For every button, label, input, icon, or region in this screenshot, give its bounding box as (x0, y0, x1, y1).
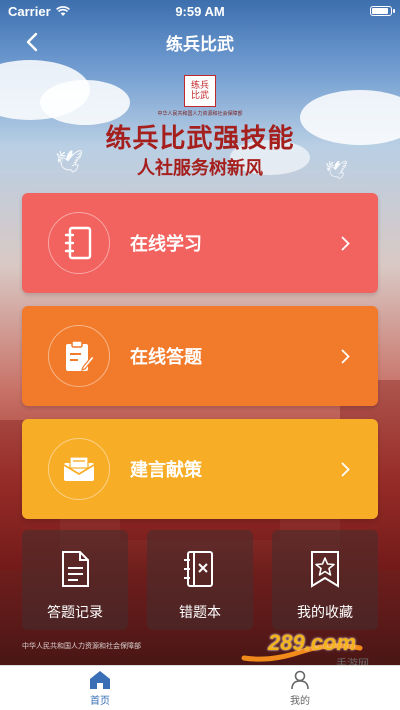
card-label: 在线答题 (130, 347, 202, 367)
tab-label: 我的 (290, 696, 310, 707)
envelope-icon (63, 456, 95, 481)
card-online-study[interactable]: 在线学习 (22, 193, 378, 293)
user-icon (291, 670, 309, 690)
watermark-brand: 289.com (268, 630, 357, 655)
status-bar: Carrier 9:59 AM (0, 0, 400, 22)
tile-label: 答题记录 (47, 604, 103, 620)
card-icon-ring (48, 212, 110, 274)
tile-answer-records[interactable]: 答题记录 (22, 530, 128, 630)
card-icon-ring (48, 438, 110, 500)
chevron-right-icon (341, 462, 350, 476)
dove-icon: 🕊 (55, 150, 83, 175)
document-icon (62, 551, 89, 587)
tab-mine[interactable]: 我的 (270, 670, 330, 707)
notebook-icon (64, 226, 92, 260)
page-title: 练兵比武 (166, 34, 234, 54)
error-book-icon (184, 551, 213, 587)
card-online-quiz[interactable]: 在线答题 (22, 306, 378, 406)
chevron-right-icon (341, 349, 350, 363)
battery-icon (370, 6, 395, 16)
seal-caption: 中华人民共和国人力资源和社会保障部 (157, 111, 243, 117)
card-label: 建言献策 (130, 460, 202, 480)
back-button[interactable] (20, 30, 44, 54)
tile-label: 错题本 (179, 604, 221, 620)
footer-caption: 中华人民共和国人力资源和社会保障部 (22, 642, 141, 650)
carrier-label: Carrier (8, 3, 51, 19)
tab-bar: 首页 我的 (0, 665, 400, 710)
card-label: 在线学习 (130, 234, 202, 254)
tile-error-book[interactable]: 错题本 (147, 530, 253, 630)
chevron-left-icon (26, 32, 38, 52)
tab-home[interactable]: 首页 (70, 670, 130, 707)
home-icon (90, 671, 110, 689)
nav-bar: 练兵比武 (0, 22, 400, 62)
card-icon-ring (48, 325, 110, 387)
clipboard-edit-icon (66, 340, 95, 371)
wifi-icon (55, 5, 70, 16)
dove-icon: 🕊 (325, 160, 348, 181)
watermark-logo: 289.com 手游网 (240, 628, 380, 670)
chevron-right-icon (341, 236, 350, 250)
tab-label: 首页 (90, 696, 110, 707)
tile-label: 我的收藏 (297, 604, 353, 620)
tile-my-favorites[interactable]: 我的收藏 (272, 530, 378, 630)
card-suggestions[interactable]: 建言献策 (22, 419, 378, 519)
star-bookmark-icon (311, 551, 339, 588)
seal-text: 练兵比武 (190, 81, 209, 101)
seal-logo: 练兵比武 (184, 75, 216, 107)
